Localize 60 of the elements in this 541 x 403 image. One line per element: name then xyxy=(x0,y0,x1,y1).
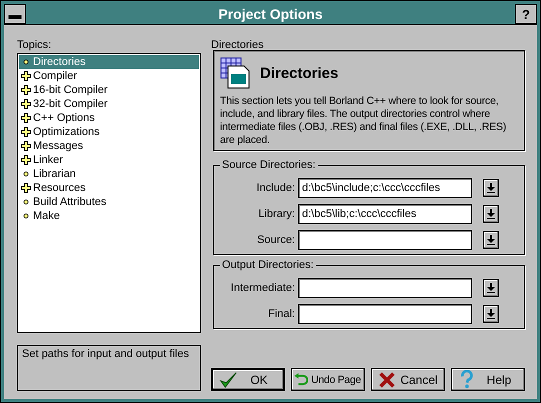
dropdown-button[interactable] xyxy=(483,305,499,323)
dropdown-button[interactable] xyxy=(483,279,499,297)
tree-item[interactable]: 16-bit Compiler xyxy=(19,83,199,97)
plus-icon xyxy=(21,141,31,151)
plus-icon xyxy=(21,127,31,137)
plus-icon xyxy=(21,113,31,123)
tree-item[interactable]: Compiler xyxy=(19,69,199,83)
help-button[interactable]: ? xyxy=(515,4,537,24)
plus-icon xyxy=(21,155,31,165)
field-label: Include: xyxy=(255,182,295,194)
tree-item[interactable]: Resources xyxy=(19,181,199,195)
path-field[interactable]: d:\bc5\lib;c:\ccc\cccfiles xyxy=(298,204,472,224)
dot-icon xyxy=(21,169,31,179)
tree-item[interactable]: Directories xyxy=(19,55,199,69)
down-arrow-icon xyxy=(487,209,495,219)
down-arrow-icon xyxy=(487,309,495,319)
tree-item[interactable]: Make xyxy=(19,209,199,223)
dot-icon xyxy=(21,57,31,67)
checkmark-icon xyxy=(217,370,239,390)
undo-button[interactable]: Undo Page xyxy=(291,368,365,391)
field-label: Source: xyxy=(256,234,295,246)
dot-icon xyxy=(21,197,31,207)
page-heading: Directories xyxy=(260,64,338,82)
plus-icon xyxy=(21,183,31,193)
tree-item[interactable]: Build Attributes xyxy=(19,195,199,209)
dropdown-button[interactable] xyxy=(483,179,499,197)
page-label: Directories xyxy=(211,39,264,51)
dropdown-button[interactable] xyxy=(483,231,499,249)
path-field[interactable] xyxy=(298,278,472,298)
group-title: Output Directories: xyxy=(220,259,316,271)
help-button[interactable]: Help xyxy=(451,368,525,391)
path-field[interactable] xyxy=(298,304,472,324)
dropdown-button[interactable] xyxy=(483,205,499,223)
field-label: Final: xyxy=(267,308,295,320)
topics-label: Topics: xyxy=(17,39,52,51)
tree-item[interactable]: C++ Options xyxy=(19,111,199,125)
tree-item[interactable]: Optimizations xyxy=(19,125,199,139)
down-arrow-icon xyxy=(487,235,495,245)
page-description: This section lets you tell Borland C++ where to look for source, include, and library files. The output directories control where intermediate files (.OBJ, .RES) and final files (.EXE, .DLL, .RES) are placed. xyxy=(220,95,508,147)
path-field[interactable]: d:\bc5\include;c:\ccc\cccfiles xyxy=(298,178,472,198)
path-field[interactable] xyxy=(298,230,472,250)
down-arrow-icon xyxy=(487,283,495,293)
folder-document-icon xyxy=(220,57,252,89)
field-label: Library: xyxy=(257,208,295,220)
tree-item[interactable]: 32-bit Compiler xyxy=(19,97,199,111)
hint-panel: Set paths for input and output files xyxy=(17,345,201,391)
window-title: Project Options xyxy=(217,5,324,24)
ok-button[interactable]: OK xyxy=(211,368,285,391)
down-arrow-icon xyxy=(487,183,495,193)
plus-icon xyxy=(21,71,31,81)
cancel-button[interactable]: Cancel xyxy=(371,368,445,391)
group-title: Source Directories: xyxy=(220,159,318,171)
tree-item[interactable]: Linker xyxy=(19,153,199,167)
dot-icon xyxy=(21,211,31,221)
tree-item[interactable]: Messages xyxy=(19,139,199,153)
tree-item[interactable]: Librarian xyxy=(19,167,199,181)
system-menu-button[interactable]: ▬ xyxy=(4,4,26,24)
field-label: Intermediate: xyxy=(230,282,295,294)
plus-icon xyxy=(21,85,31,95)
plus-icon xyxy=(21,99,31,109)
